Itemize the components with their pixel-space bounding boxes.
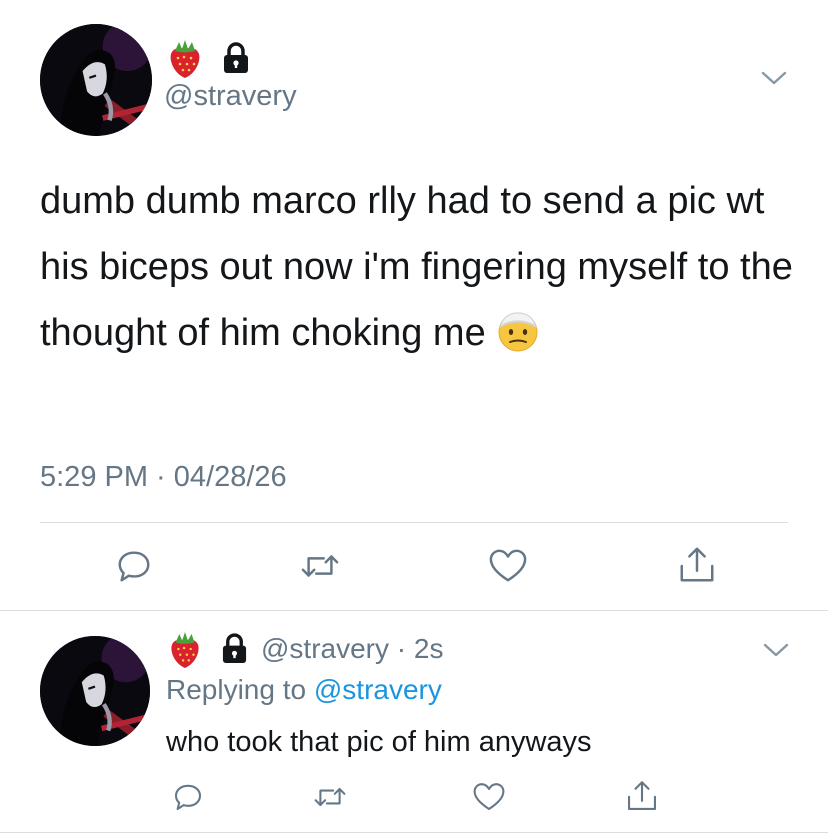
timestamp-separator: · bbox=[148, 461, 174, 493]
divider bbox=[0, 610, 828, 611]
reply-age: 2s bbox=[413, 633, 444, 664]
avatar[interactable] bbox=[40, 636, 150, 746]
comment-icon bbox=[118, 551, 150, 582]
author-handle[interactable]: @stravery bbox=[164, 80, 297, 113]
chevron-down-icon[interactable] bbox=[762, 640, 790, 660]
reply-button[interactable] bbox=[114, 546, 154, 586]
replying-prefix: Replying to bbox=[166, 674, 314, 705]
comment-icon bbox=[174, 784, 202, 811]
face-with-head-bandage-icon bbox=[496, 308, 540, 352]
reply-text: who took that pic of him anyways bbox=[166, 726, 592, 758]
strawberry-icon bbox=[168, 630, 202, 670]
like-button[interactable] bbox=[486, 546, 530, 586]
reply-handle[interactable]: @stravery bbox=[261, 633, 389, 664]
tweet-text: dumb dumb marco rlly had to send a pic w… bbox=[40, 168, 800, 366]
share-icon bbox=[627, 781, 657, 811]
strawberry-icon bbox=[167, 38, 203, 80]
tweet-body: dumb dumb marco rlly had to send a pic w… bbox=[40, 180, 793, 354]
replying-to: Replying to @stravery bbox=[166, 674, 442, 706]
divider bbox=[0, 832, 828, 833]
divider bbox=[40, 522, 788, 523]
reply-header: @stravery · 2s bbox=[261, 633, 443, 665]
retweet-icon bbox=[314, 787, 346, 807]
reply-separator: · bbox=[389, 633, 414, 664]
lock-icon bbox=[222, 42, 250, 74]
avatar[interactable] bbox=[40, 24, 152, 136]
replying-to-link[interactable]: @stravery bbox=[314, 674, 442, 705]
chevron-down-icon[interactable] bbox=[760, 68, 788, 88]
share-icon bbox=[680, 547, 714, 582]
lock-icon bbox=[221, 633, 248, 664]
heart-icon bbox=[489, 549, 527, 582]
share-button[interactable] bbox=[623, 777, 661, 815]
tweet-timestamp[interactable]: 5:29 PM · 04/28/26 bbox=[40, 461, 287, 494]
retweet-button[interactable] bbox=[311, 779, 349, 815]
heart-icon bbox=[473, 783, 505, 811]
tweet-time: 5:29 PM bbox=[40, 461, 148, 493]
share-button[interactable] bbox=[675, 544, 719, 586]
like-button[interactable] bbox=[470, 779, 508, 815]
retweet-icon bbox=[301, 555, 339, 577]
retweet-button[interactable] bbox=[298, 546, 342, 586]
tweet-date: 04/28/26 bbox=[173, 461, 287, 493]
reply-button[interactable] bbox=[170, 779, 206, 815]
